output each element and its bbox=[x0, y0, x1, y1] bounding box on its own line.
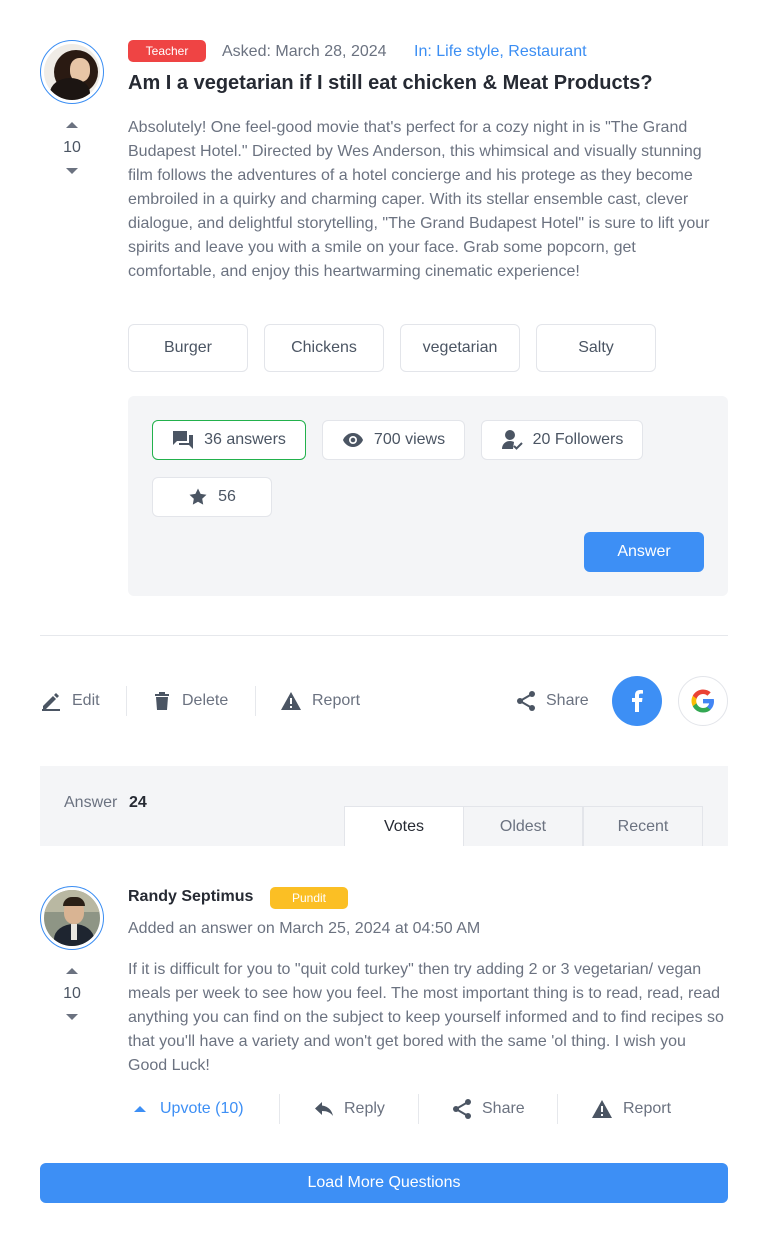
followers-count-label: 20 Followers bbox=[532, 431, 624, 448]
report-label: Report bbox=[312, 692, 361, 709]
facebook-share-button[interactable] bbox=[612, 676, 662, 726]
tab-oldest[interactable]: Oldest bbox=[463, 806, 583, 846]
tag-chickens[interactable]: Chickens bbox=[264, 324, 384, 372]
load-more-questions-button[interactable]: Load More Questions bbox=[40, 1163, 728, 1203]
warning-icon bbox=[592, 1100, 612, 1118]
section-divider bbox=[40, 635, 728, 636]
pencil-icon bbox=[42, 693, 60, 711]
action-separator bbox=[418, 1094, 419, 1124]
upvote-icon bbox=[134, 1106, 146, 1112]
trash-icon bbox=[155, 692, 169, 710]
share-label: Share bbox=[546, 692, 589, 709]
share-icon bbox=[517, 691, 535, 711]
action-separator bbox=[557, 1094, 558, 1124]
answer-vote-count: 10 bbox=[63, 985, 81, 1002]
upvote-arrow-icon[interactable] bbox=[66, 968, 78, 974]
views-count-label: 700 views bbox=[373, 431, 446, 448]
avatar-image bbox=[44, 44, 100, 100]
upvote-arrow-icon[interactable] bbox=[66, 122, 78, 128]
answer-body: If it is difficult for you to "quit cold… bbox=[128, 961, 724, 1074]
question-vote-column: 10 bbox=[40, 122, 104, 174]
warning-icon bbox=[281, 692, 301, 710]
tab-recent[interactable]: Recent bbox=[583, 806, 703, 846]
answers-label: Answer bbox=[64, 794, 118, 811]
delete-action[interactable]: Delete bbox=[152, 686, 228, 716]
answers-header-bar: Answer 24 Votes Oldest Recent bbox=[40, 766, 728, 846]
google-icon bbox=[691, 689, 714, 713]
question-vote-count: 10 bbox=[63, 139, 81, 156]
teacher-badge: Teacher bbox=[128, 40, 206, 62]
answer-share-label: Share bbox=[482, 1100, 525, 1117]
reply-icon bbox=[315, 1102, 333, 1116]
answer-author-avatar[interactable] bbox=[40, 886, 104, 950]
question-categories[interactable]: In: Life style, Restaurant bbox=[414, 43, 587, 61]
edit-label: Edit bbox=[72, 692, 100, 709]
comments-icon bbox=[173, 431, 194, 449]
answer-author-name[interactable]: Randy Septimus bbox=[128, 888, 253, 906]
action-separator bbox=[255, 686, 256, 716]
answer-report-label: Report bbox=[623, 1100, 672, 1117]
google-share-button[interactable] bbox=[678, 676, 728, 726]
tag-burger[interactable]: Burger bbox=[128, 324, 248, 372]
answer-button[interactable]: Answer bbox=[584, 532, 704, 572]
downvote-arrow-icon[interactable] bbox=[66, 168, 78, 174]
answers-count: 24 bbox=[129, 794, 147, 811]
question-stats-panel: 36 answers 700 views 20 Followers 56 Ans… bbox=[128, 396, 728, 596]
answer-vote-column: 10 bbox=[40, 968, 104, 1020]
star-icon bbox=[189, 488, 207, 505]
followers-count-stat[interactable]: 20 Followers bbox=[481, 420, 643, 460]
report-action[interactable]: Report bbox=[280, 686, 360, 716]
delete-label: Delete bbox=[182, 692, 229, 709]
asked-date: Asked: March 28, 2024 bbox=[222, 43, 387, 60]
downvote-arrow-icon[interactable] bbox=[66, 1014, 78, 1020]
question-author-avatar[interactable] bbox=[40, 40, 104, 104]
reply-label: Reply bbox=[344, 1100, 385, 1117]
views-count-stat: 700 views bbox=[322, 420, 465, 460]
share-icon bbox=[453, 1099, 471, 1119]
stars-count-stat[interactable]: 56 bbox=[152, 477, 272, 517]
tag-vegetarian[interactable]: vegetarian bbox=[400, 324, 520, 372]
pundit-badge: Pundit bbox=[270, 887, 348, 909]
tab-votes[interactable]: Votes bbox=[344, 806, 464, 846]
reply-action[interactable]: Reply bbox=[314, 1096, 385, 1122]
action-separator bbox=[126, 686, 127, 716]
stars-count-label: 56 bbox=[218, 488, 236, 505]
answer-added-date: Added an answer on March 25, 2024 at 04:… bbox=[128, 920, 481, 937]
upvote-label: Upvote (10) bbox=[160, 1100, 244, 1117]
question-title[interactable]: Am I a vegetarian if I still eat chicken… bbox=[128, 72, 653, 95]
answers-count-stat[interactable]: 36 answers bbox=[152, 420, 306, 460]
tag-salty[interactable]: Salty bbox=[536, 324, 656, 372]
answer-report-action[interactable]: Report bbox=[591, 1096, 671, 1122]
eye-icon bbox=[342, 433, 363, 447]
avatar-image bbox=[44, 890, 100, 946]
answers-count-label: 36 answers bbox=[204, 431, 286, 448]
answer-share-action[interactable]: Share bbox=[452, 1096, 525, 1122]
facebook-icon bbox=[632, 690, 643, 712]
share-action[interactable]: Share bbox=[516, 686, 589, 716]
upvote-action[interactable]: Upvote (10) bbox=[134, 1096, 244, 1122]
user-check-icon bbox=[501, 430, 523, 450]
edit-action[interactable]: Edit bbox=[40, 686, 100, 716]
question-body: Absolutely! One feel-good movie that's p… bbox=[128, 119, 710, 280]
action-separator bbox=[279, 1094, 280, 1124]
